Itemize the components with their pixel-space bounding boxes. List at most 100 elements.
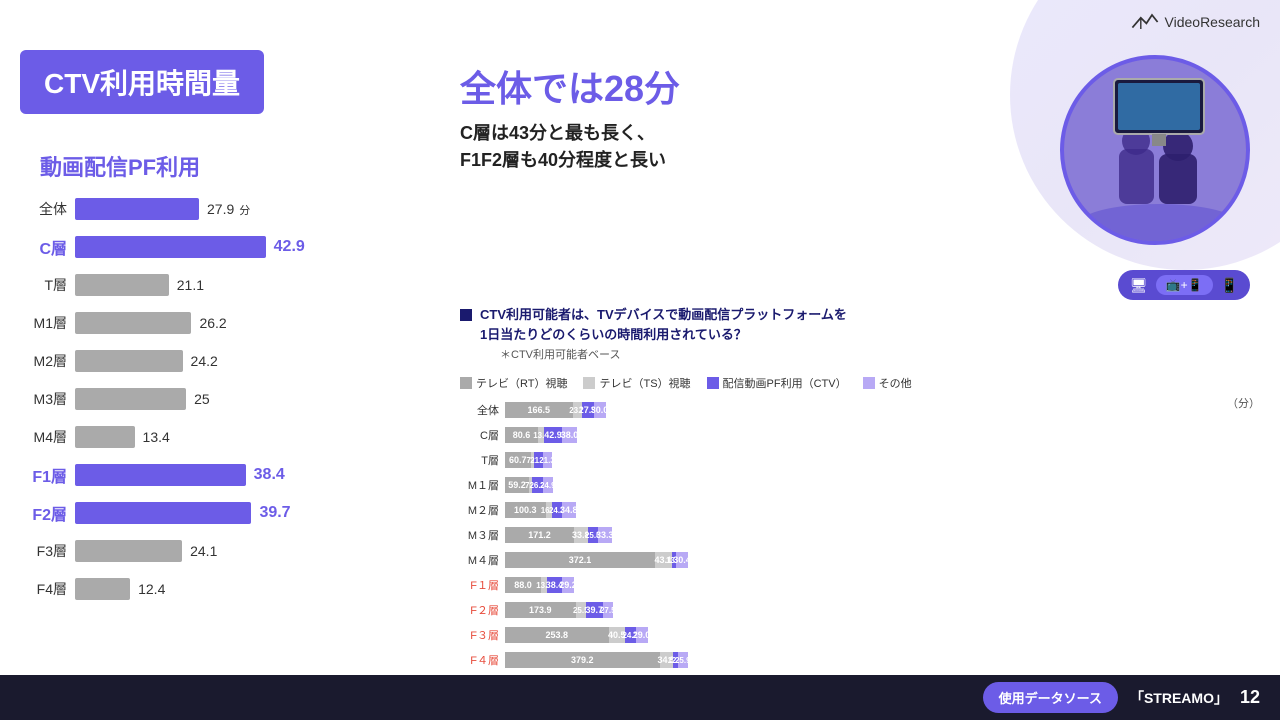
bar-container: 12.4 xyxy=(75,578,440,600)
question-box: CTV利用可能者は、TVデバイスで動画配信プラットフォームを1日当たりどのくらい… xyxy=(460,305,1260,362)
data-source-button[interactable]: 使用データソース xyxy=(983,682,1118,713)
bar-container: 26.2 xyxy=(75,312,440,334)
stacked-label: F４層 xyxy=(460,652,505,668)
stacked-label: T層 xyxy=(460,452,505,468)
left-bar-row: M3層25 xyxy=(20,385,440,413)
bar-container: 27.9 分 xyxy=(75,198,440,220)
bar-segment: 33.3 xyxy=(598,527,612,543)
legend-color-box xyxy=(583,377,595,389)
stacked-row: T層60.77.621.121.3 xyxy=(460,450,1260,470)
bar-unit: 分 xyxy=(236,205,250,217)
sub-desc-line2: F1F2層も40分程度と長い xyxy=(460,150,666,170)
bar-container: 25 xyxy=(75,388,440,410)
bar-label: M2層 xyxy=(20,351,75,371)
logo-text: VideoResearch xyxy=(1165,14,1260,30)
stacked-row: C層80.613.742.938.0 xyxy=(460,425,1260,445)
left-bar-row: F1層 38.4 xyxy=(20,461,440,489)
bar-label: F3層 xyxy=(20,541,75,561)
bar-container: 38.4 xyxy=(75,464,440,486)
left-bar-row: 全体27.9 分 xyxy=(20,195,440,223)
bar-container: 21.1 xyxy=(75,274,440,296)
bullet-icon xyxy=(460,309,472,321)
stacked-label: M４層 xyxy=(460,552,505,568)
bar-fill xyxy=(75,236,266,258)
tv-illustration xyxy=(1064,59,1250,245)
monitor-icon: 🖥 xyxy=(1130,277,1148,294)
bar-segment: 29.2 xyxy=(562,577,574,593)
stacked-row: M４層372.143.113.430.4 xyxy=(460,550,1260,570)
bar-segment: 25.9 xyxy=(678,652,689,668)
bar-segment: 379.2 xyxy=(505,652,660,668)
bar-value: 42.9 xyxy=(274,238,305,256)
stacked-bars: 80.613.742.938.0 xyxy=(505,427,1260,443)
bar-segment: 30.4 xyxy=(676,552,688,568)
logo-icon xyxy=(1131,12,1159,32)
legend-label: テレビ（TS）視聴 xyxy=(599,375,690,391)
stacked-label: F２層 xyxy=(460,602,505,618)
page-number: 12 xyxy=(1240,687,1260,708)
bar-segment: 100.3 xyxy=(505,502,546,518)
bar-container: 24.1 xyxy=(75,540,440,562)
stacked-label: C層 xyxy=(460,427,505,443)
question-line1: CTV利用可能者は、TVデバイスで動画配信プラットフォームを1日当たりどのくらい… xyxy=(480,305,847,344)
bottom-bar: 使用データソース 「STREAMO」 12 xyxy=(0,675,1280,720)
bar-label: C層 xyxy=(20,235,75,259)
legend-item: その他 xyxy=(863,375,912,391)
left-bar-row: M2層 24.2 xyxy=(20,347,440,375)
bar-fill xyxy=(75,502,251,524)
stacked-bar-chart: 全体166.523.227.930.0 C層80.613.742.938.0 T層6… xyxy=(460,400,1260,670)
legend-label: その他 xyxy=(879,375,912,391)
stacked-row: M２層100.316.224.234.8 xyxy=(460,500,1260,520)
legend-label: 配信動画PF利用（CTV） xyxy=(723,375,847,391)
bar-fill xyxy=(75,464,246,486)
stacked-bars: 173.925.539.727.5 xyxy=(505,602,1260,618)
bar-segment: 42.9 xyxy=(544,427,562,443)
bar-label: M1層 xyxy=(20,313,75,333)
stacked-bars: 379.234.512.425.9 xyxy=(505,652,1260,668)
stacked-bars: 372.143.113.430.4 xyxy=(505,552,1260,568)
bar-value: 39.7 xyxy=(259,504,290,522)
bar-fill xyxy=(75,198,199,220)
bar-fill xyxy=(75,312,191,334)
left-bar-chart: 全体27.9 分C層42.9T層21.1M1層26.2M2層24.2M3層25M… xyxy=(20,195,440,613)
bar-fill xyxy=(75,578,130,600)
stacked-bars: 166.523.227.930.0 xyxy=(505,402,1260,418)
bar-value: 38.4 xyxy=(254,466,285,484)
stacked-label: M３層 xyxy=(460,527,505,543)
bar-value: 26.2 xyxy=(199,315,226,331)
bar-fill xyxy=(75,540,182,562)
header: VideoResearch xyxy=(1131,12,1260,32)
bar-fill xyxy=(75,350,183,372)
legend-color-box xyxy=(863,377,875,389)
left-bar-row: M4層13.4 xyxy=(20,423,440,451)
legend-label: テレビ（RT）視聴 xyxy=(476,375,567,391)
left-bar-row: C層 42.9 xyxy=(20,233,440,261)
question-text: CTV利用可能者は、TVデバイスで動画配信プラットフォームを1日当たりどのくらい… xyxy=(480,305,847,362)
stacked-bars: 100.316.224.234.8 xyxy=(505,502,1260,518)
bar-container: 13.4 xyxy=(75,426,440,448)
bar-fill xyxy=(75,274,169,296)
stacked-row: 全体166.523.227.930.0 xyxy=(460,400,1260,420)
stacked-row: F１層88.013.538.429.2 xyxy=(460,575,1260,595)
stacked-bars: 253.840.524.129.0 xyxy=(505,627,1260,643)
bar-label: F1層 xyxy=(20,463,75,487)
stacked-row: M１層59.27.326.224.9 xyxy=(460,475,1260,495)
bar-container: 24.2 xyxy=(75,350,440,372)
bar-container: 42.9 xyxy=(75,236,440,258)
bar-value: 21.1 xyxy=(177,277,204,293)
sub-desc-line1: C層は43分と最も長く、 xyxy=(460,123,655,143)
left-bar-row: T層21.1 xyxy=(20,271,440,299)
bar-label: 全体 xyxy=(20,199,75,219)
bar-value: 12.4 xyxy=(138,581,165,597)
bar-segment: 24.9 xyxy=(543,477,554,493)
streamo-label: 「STREAMO」 xyxy=(1130,688,1228,708)
legend-item: テレビ（TS）視聴 xyxy=(583,375,690,391)
stacked-label: F１層 xyxy=(460,577,505,593)
bar-value: 24.2 xyxy=(191,353,218,369)
tablet-icon: 📱 xyxy=(1221,277,1238,294)
left-bar-row: M1層 26.2 xyxy=(20,309,440,337)
stacked-bars: 171.233.825.033.3 xyxy=(505,527,1260,543)
stacked-label: F３層 xyxy=(460,627,505,643)
device-icons-bar: 🖥 📺+📱 📱 xyxy=(1118,270,1250,300)
stacked-row: F２層173.925.539.727.5 xyxy=(460,600,1260,620)
